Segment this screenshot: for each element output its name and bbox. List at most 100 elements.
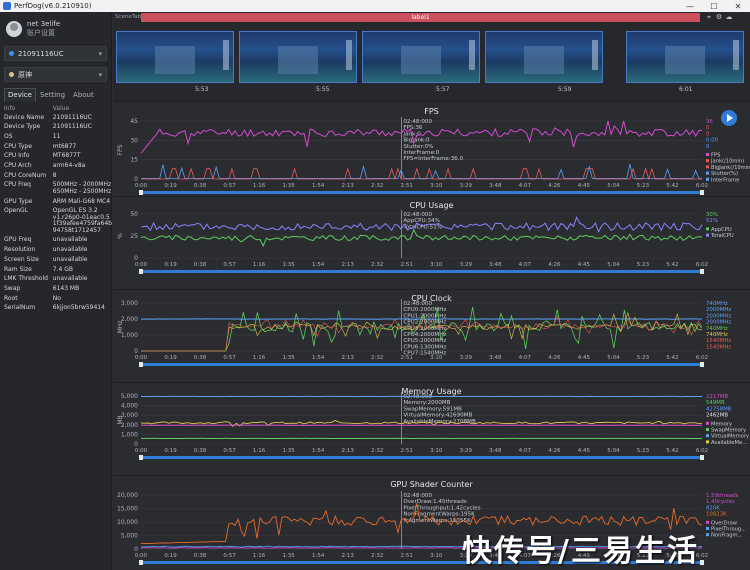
info-value: unavailable [52, 255, 88, 263]
scene-tab-label: SceneTab [115, 14, 142, 20]
series-line [140, 228, 703, 248]
x-tick-label: 2:51 [401, 553, 413, 559]
screenshot-thumbnail[interactable] [485, 31, 603, 83]
app-logo-icon [3, 2, 11, 10]
x-tick-label: 5:04 [607, 183, 620, 189]
legend-value: 1540MHz [706, 338, 731, 344]
info-key: Swap [4, 284, 21, 292]
cpu-usage-chart[interactable]: 50 25 0% 0:00 0:19 0:38 0:57 1:16 1:35 1:54 2:13 2:… [113, 197, 750, 290]
x-tick-label: 1:54 [312, 355, 325, 361]
screenshot-thumbnail[interactable] [116, 31, 234, 83]
info-row: Screen Size unavailable [4, 255, 112, 265]
x-tick-label: 0:00 [135, 448, 148, 454]
tab-device[interactable]: Device [4, 88, 36, 102]
x-tick-label: 4:26 [548, 183, 561, 189]
x-tick-label: 2:32 [371, 553, 383, 559]
info-row: GPU Type ARM Mali-G68 MC4 [4, 197, 112, 207]
x-tick-label: 4:26 [548, 262, 561, 268]
x-tick-label: 1:35 [282, 262, 295, 268]
x-tick-label: 5:23 [637, 183, 650, 189]
x-tick-label: 2:13 [342, 355, 355, 361]
scene-strip: SceneTab label1 ⌖ ⚙ ☁ 5:53 5:55 5:57 5:5… [113, 12, 750, 101]
y-tick-label: 45 [130, 118, 138, 125]
app-select-value: 原神 [18, 70, 32, 79]
legend-value: 0 [706, 144, 710, 150]
legend-swatch [706, 159, 709, 163]
legend-label: Jank(/10min) [710, 159, 744, 165]
legend-swatch [706, 177, 709, 181]
x-tick-label: 1:16 [253, 448, 266, 454]
legend-swatch [706, 434, 709, 438]
play-button[interactable] [721, 110, 737, 126]
screenshot-thumbnails [113, 31, 750, 87]
chevron-down-icon[interactable]: ▾ [98, 71, 102, 79]
maximize-icon[interactable]: ☐ [702, 2, 726, 11]
memory-chart[interactable]: 5,0004,0003,0002,0001,0000MB0:00 0:19 0:38… [113, 383, 750, 476]
device-select[interactable]: 21091116UC ▾ [4, 46, 107, 61]
x-tick-label: 5:04 [607, 355, 620, 361]
x-tick-label: 0:38 [194, 183, 207, 189]
info-row: CPU Type mt6877 [4, 142, 112, 152]
y-axis-label: MB [117, 415, 124, 424]
info-row: CPU CoreNum 8 [4, 171, 112, 181]
legend-label: InterFrame [711, 177, 739, 183]
info-row: Swap 6143 MB [4, 284, 112, 294]
tooltip-line: 02:48:000 [403, 301, 432, 307]
legend-value: 2000MHz [706, 313, 731, 319]
account-settings-link[interactable]: 账户设置 [27, 29, 60, 38]
x-tick-label: 2:51 [401, 262, 413, 268]
settings-icon[interactable]: ⚙ [714, 13, 724, 22]
cloud-icon[interactable]: ☁ [724, 13, 734, 22]
tab-setting[interactable]: Setting [36, 88, 69, 102]
legend-label: AppCPU [711, 227, 732, 233]
chevron-down-icon[interactable]: ▾ [98, 50, 102, 58]
scroll-handle-left [139, 190, 143, 195]
x-tick-label: 3:29 [460, 355, 473, 361]
app-select[interactable]: 原神 ▾ [4, 67, 107, 82]
legend-swatch [706, 152, 709, 156]
x-tick-label: 1:16 [253, 183, 266, 189]
cpu-clock-chart[interactable]: 3,0002,0001,0000MHz0:00 0:19 0:38 0:57 1:16 1… [113, 290, 750, 383]
screenshot-thumbnail[interactable] [362, 31, 480, 83]
screenshot-thumbnail[interactable] [626, 31, 744, 83]
info-value: 21091116UC [52, 113, 92, 121]
scroll-handle-left [139, 269, 143, 274]
x-tick-label: 2:32 [371, 262, 383, 268]
info-value: unavailable [52, 246, 88, 254]
info-value: 7.4 GB [52, 265, 73, 273]
x-tick-label: 4:45 [578, 448, 591, 454]
close-icon[interactable]: ✕ [726, 2, 750, 11]
cpu-usage-panel: CPU Usage 50 25 0% 0:00 0:19 0:38 0:57 1:16 1:35… [113, 196, 750, 289]
x-tick-label: 0:38 [194, 262, 207, 268]
info-row: CPU Arch arm64-v8a [4, 161, 112, 171]
legend-label: NonFragm... [711, 533, 743, 539]
series-line [141, 167, 702, 181]
x-tick-label: 3:10 [430, 553, 443, 559]
x-tick-label: 2:32 [371, 448, 383, 454]
location-icon[interactable]: ⌖ [704, 13, 714, 22]
x-tick-label: 5:23 [637, 262, 650, 268]
x-tick-label: 3:29 [460, 448, 473, 454]
x-tick-label: 4:26 [548, 355, 561, 361]
minimize-icon[interactable]: — [678, 2, 702, 11]
x-tick-label: 3:10 [430, 183, 443, 189]
legend-swatch [706, 171, 709, 175]
screenshot-thumbnail[interactable] [239, 31, 357, 83]
info-key: Resolution [4, 246, 36, 254]
scene-label-bar[interactable]: label1 [141, 12, 700, 22]
x-tick-label: 5:23 [637, 448, 650, 454]
info-header: Info [4, 105, 16, 112]
info-row: LMK Threshold unavailable [4, 275, 112, 285]
fps-panel: FPS 45 30 15 0 FPS 0:00 0:19 0:38 0:57 1:16 1:35 1:… [113, 101, 750, 196]
info-row: CPU Freq 500MHz - 2000MHz 650MHz - 2500MH… [4, 181, 112, 197]
x-tick-label: 0:19 [164, 183, 177, 189]
x-tick-label: 4:26 [548, 448, 561, 454]
legend-label: PixelThroug... [711, 526, 747, 532]
avatar[interactable] [6, 21, 22, 37]
info-row: Device Type 21091116UC [4, 123, 112, 133]
scene-times: 5:53 5:55 5:57 5:59 6:01 [113, 86, 750, 94]
tab-about[interactable]: About [69, 88, 98, 102]
legend-swatch [706, 440, 709, 444]
fps-chart[interactable]: 4530150FPS0:00 0:19 0:38 0:57 1:16 1:35 1:54 2:… [113, 102, 750, 197]
x-tick-label: 0:57 [223, 448, 236, 454]
